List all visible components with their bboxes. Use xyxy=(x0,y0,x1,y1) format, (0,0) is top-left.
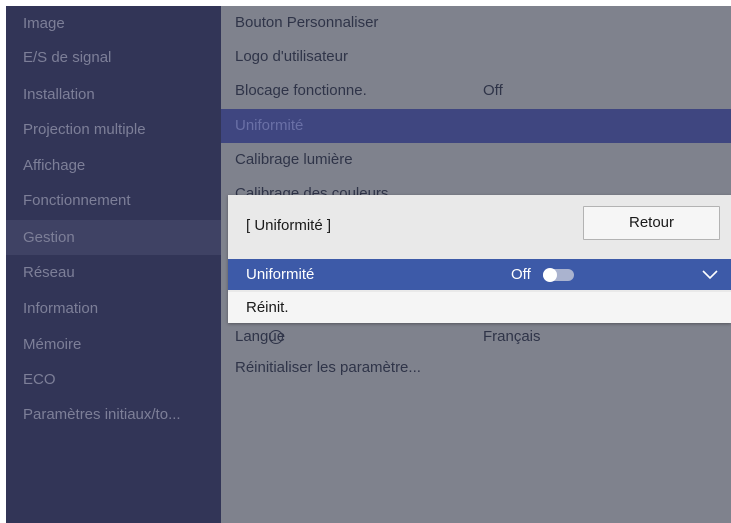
projector-menu-screen: Image E/S de signal Installation Project… xyxy=(6,6,731,523)
sidebar-item-label: Image xyxy=(23,15,65,32)
menu-item-light-calibration[interactable]: Calibrage lumière xyxy=(221,143,731,177)
menu-item-operation-lock[interactable]: Blocage fonctionne. Off xyxy=(221,74,731,108)
sidebar-item-memory[interactable]: Mémoire xyxy=(6,327,221,362)
sidebar-item-display[interactable]: Affichage xyxy=(6,148,221,183)
sidebar-item-label: Gestion xyxy=(23,229,75,246)
menu-item-label: Uniformité xyxy=(235,117,304,134)
sidebar-item-label: E/S de signal xyxy=(23,49,112,66)
sidebar-item-label: Paramètres initiaux/to... xyxy=(23,406,181,423)
sidebar-item-label: Information xyxy=(23,300,99,317)
menu-item-label: Bouton Personnaliser xyxy=(235,14,379,31)
sidebar-item-initial-settings[interactable]: Paramètres initiaux/to... xyxy=(6,397,221,432)
menu-item-label: Logo d'utilisateur xyxy=(235,48,348,65)
sidebar-item-installation[interactable]: Installation xyxy=(6,77,221,112)
menu-item-label: Réinitialiser les paramètre... xyxy=(235,359,421,376)
option-label: Réinit. xyxy=(246,299,289,316)
uniformity-option[interactable]: Uniformité Off xyxy=(228,259,731,290)
uniformity-dialog: [ Uniformité ] Retour Uniformité Off Réi… xyxy=(228,195,731,323)
sidebar: Image E/S de signal Installation Project… xyxy=(6,6,221,523)
chevron-down-icon[interactable] xyxy=(700,266,720,282)
sidebar-item-label: Fonctionnement xyxy=(23,192,131,209)
globe-icon xyxy=(269,330,283,344)
sidebar-item-image[interactable]: Image xyxy=(6,6,221,41)
sidebar-item-label: Mémoire xyxy=(23,336,82,353)
menu-item-label: Blocage fonctionne. xyxy=(235,82,367,99)
uniformity-toggle[interactable] xyxy=(543,268,574,282)
back-button[interactable]: Retour xyxy=(583,206,720,240)
menu-item-language[interactable]: Langue Français xyxy=(221,320,731,354)
menu-item-value: Off xyxy=(483,82,503,99)
reset-option[interactable]: Réinit. xyxy=(228,292,731,323)
dialog-title: [ Uniformité ] xyxy=(246,217,332,234)
toggle-knob xyxy=(543,268,557,282)
sidebar-item-label: ECO xyxy=(23,371,56,388)
sidebar-item-information[interactable]: Information xyxy=(6,291,221,326)
menu-item-reset-settings[interactable]: Réinitialiser les paramètre... xyxy=(221,351,731,385)
sidebar-item-label: Installation xyxy=(23,86,95,103)
sidebar-item-network[interactable]: Réseau xyxy=(6,255,221,290)
sidebar-item-label: Affichage xyxy=(23,157,86,174)
sidebar-item-multi-projection[interactable]: Projection multiple xyxy=(6,112,221,147)
sidebar-item-operation[interactable]: Fonctionnement xyxy=(6,183,221,218)
menu-item-user-logo[interactable]: Logo d'utilisateur xyxy=(221,40,731,74)
sidebar-item-label: Réseau xyxy=(23,264,75,281)
menu-item-value: Français xyxy=(483,328,541,345)
sidebar-item-label: Projection multiple xyxy=(23,121,146,138)
sidebar-item-management[interactable]: Gestion xyxy=(6,220,221,255)
sidebar-item-signal-io[interactable]: E/S de signal xyxy=(6,40,221,75)
menu-item-custom-button[interactable]: Bouton Personnaliser xyxy=(221,6,731,40)
sidebar-item-eco[interactable]: ECO xyxy=(6,362,221,397)
option-value: Off xyxy=(511,266,531,283)
option-label: Uniformité xyxy=(246,266,315,283)
menu-item-label: Calibrage lumière xyxy=(235,151,353,168)
menu-item-uniformity[interactable]: Uniformité xyxy=(221,109,731,143)
